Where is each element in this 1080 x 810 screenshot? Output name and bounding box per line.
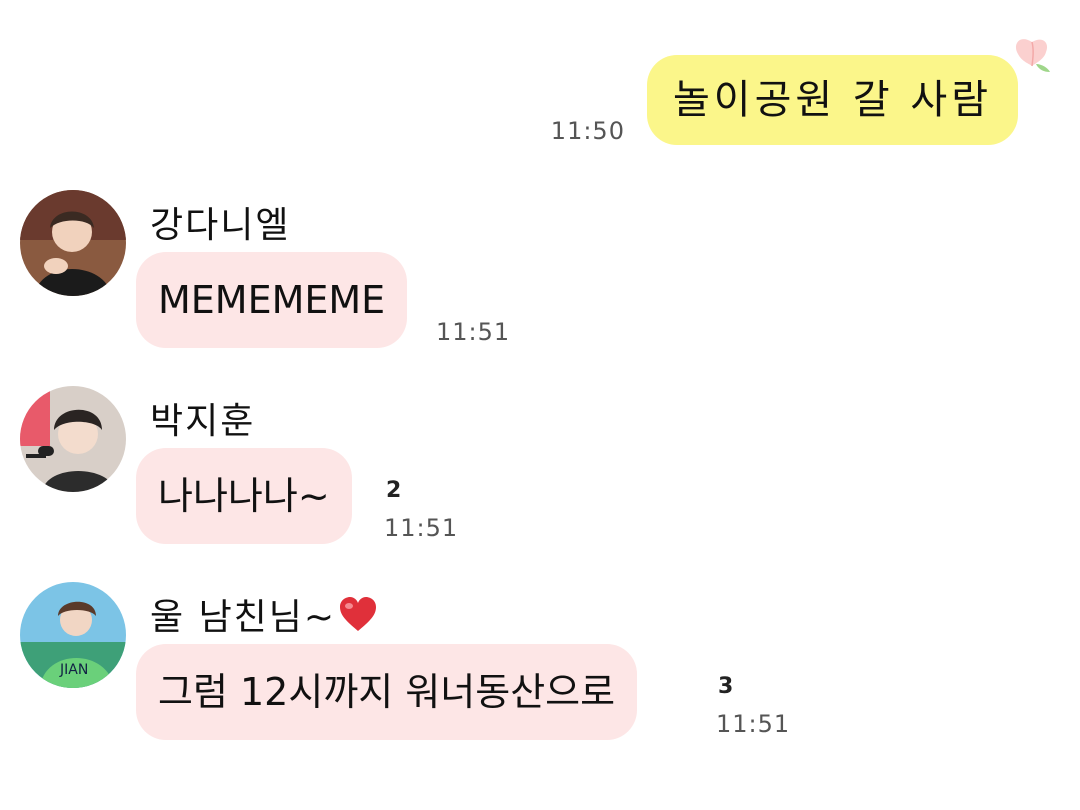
message-time: 11:51: [384, 514, 459, 542]
message-time: 11:51: [436, 318, 511, 346]
avatar[interactable]: [20, 190, 126, 296]
outgoing-bubble[interactable]: 놀이공원 갈 사람: [646, 55, 1018, 145]
incoming-bubble[interactable]: 그럼 12시까지 워너동산으로: [136, 644, 638, 740]
heart-icon: [340, 597, 377, 631]
message-time: 11:50: [550, 117, 625, 145]
sender-name-text: 울 남친님~: [150, 597, 337, 638]
svg-text:JIAN: JIAN: [59, 662, 88, 678]
sender-name: 울 남친님~: [150, 588, 378, 640]
unread-count: 2: [386, 478, 402, 503]
chat-view: 11:50 놀이공원 갈 사람 강다니엘 MEMEMEME 11:51 박지훈 …: [0, 0, 1080, 810]
sender-name: 강다니엘: [150, 205, 291, 246]
outgoing-message: 11:50 놀이공원 갈 사람: [551, 55, 1018, 145]
unread-count: 3: [718, 674, 734, 699]
message-time: 11:51: [716, 710, 791, 738]
incoming-bubble[interactable]: MEMEMEME: [136, 252, 408, 348]
avatar[interactable]: [20, 386, 126, 492]
sender-name: 박지훈: [150, 401, 256, 442]
avatar[interactable]: JIAN: [20, 582, 126, 688]
peach-icon: [1015, 39, 1050, 72]
incoming-bubble[interactable]: 나나나나~: [136, 448, 352, 544]
